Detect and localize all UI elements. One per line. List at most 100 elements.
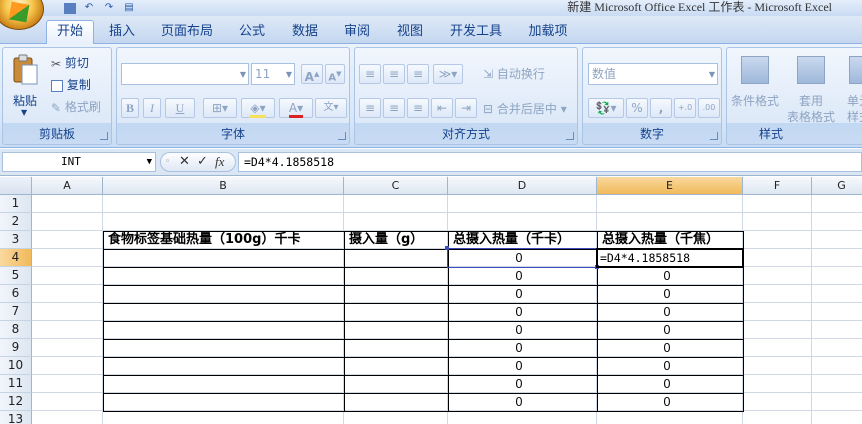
cell-d12[interactable]: 0 <box>449 394 589 412</box>
enter-icon[interactable]: ✓ <box>197 154 208 170</box>
shrink-font-button[interactable]: A▼ <box>325 64 345 84</box>
bold-button[interactable]: B <box>121 98 139 118</box>
name-box[interactable]: INT ▼ <box>2 152 156 172</box>
decrease-indent-button[interactable]: ⇤ <box>431 98 453 118</box>
phonetic-button[interactable]: 文▾ <box>315 98 347 118</box>
tab-page-layout[interactable]: 页面布局 <box>152 21 222 44</box>
increase-indent-button[interactable]: ⇥ <box>455 98 477 118</box>
increase-decimal-button[interactable]: +.0 <box>674 98 696 118</box>
cell-d5[interactable]: 0 <box>449 268 589 286</box>
percent-button[interactable]: % <box>626 98 648 118</box>
align-middle-button[interactable]: ≡ <box>383 64 405 84</box>
cell-d11[interactable]: 0 <box>449 376 589 394</box>
cut-button[interactable]: ✂ 剪切 <box>51 54 89 71</box>
table-format-button-line1[interactable]: 套用 <box>799 92 823 109</box>
format-painter-button[interactable]: ✎ 格式刷 <box>51 98 101 115</box>
font-color-button[interactable]: A▾ <box>279 98 313 118</box>
row-header-4[interactable]: 4 <box>0 249 32 267</box>
wrap-text-button[interactable]: ⇲ 自动换行 <box>483 65 545 82</box>
cell-d6[interactable]: 0 <box>449 286 589 304</box>
row-header-5[interactable]: 5 <box>0 267 32 285</box>
column-header-a[interactable]: A <box>32 177 103 195</box>
decrease-decimal-button[interactable]: .00 <box>698 98 720 118</box>
align-bottom-button[interactable]: ≡ <box>407 64 429 84</box>
cell-d9[interactable]: 0 <box>449 340 589 358</box>
cell-e12[interactable]: 0 <box>598 394 736 412</box>
alignment-dialog-launcher[interactable] <box>566 132 574 140</box>
tab-home[interactable]: 开始 <box>46 20 94 45</box>
font-size-select[interactable]: 11 ▼ <box>251 63 295 85</box>
row-header-13[interactable]: 13 <box>0 411 32 424</box>
column-header-e[interactable]: E <box>597 177 743 195</box>
cell-c3[interactable]: 摄入量（g） <box>345 231 448 249</box>
row-header-12[interactable]: 12 <box>0 393 32 411</box>
cell-styles-button-line1[interactable]: 单元 <box>847 92 862 109</box>
cell-e7[interactable]: 0 <box>598 304 736 322</box>
paste-icon[interactable] <box>11 54 39 85</box>
paste-button[interactable]: 粘贴 <box>13 92 37 109</box>
cell-d8[interactable]: 0 <box>449 322 589 340</box>
row-header-8[interactable]: 8 <box>0 321 32 339</box>
align-left-button[interactable]: ≡ <box>359 98 381 118</box>
orientation-button[interactable]: ≫▾ <box>433 64 463 84</box>
cell-e5[interactable]: 0 <box>598 268 736 286</box>
redo-icon[interactable]: ↷ <box>102 2 116 14</box>
tab-addins[interactable]: 加载项 <box>520 21 576 44</box>
insert-function-icon[interactable]: fx <box>215 154 224 170</box>
row-header-3[interactable]: 3 <box>0 231 32 249</box>
cell-d3[interactable]: 总摄入热量（千卡） <box>449 231 597 249</box>
copy-button[interactable]: 复制 <box>51 76 91 93</box>
fill-color-button[interactable]: ◈▾ <box>241 98 275 118</box>
cell-e9[interactable]: 0 <box>598 340 736 358</box>
cell-b3[interactable]: 食物标签基础热量（100g）千卡 <box>104 231 344 249</box>
tab-data[interactable]: 数据 <box>283 21 327 44</box>
row-header-6[interactable]: 6 <box>0 285 32 303</box>
paste-dropdown-icon[interactable]: ▼ <box>21 108 27 117</box>
cell-e6[interactable]: 0 <box>598 286 736 304</box>
select-all-corner[interactable] <box>0 177 32 195</box>
clipboard-dialog-launcher[interactable] <box>100 132 108 140</box>
row-header-2[interactable]: 2 <box>0 213 32 231</box>
underline-button[interactable]: U <box>165 98 195 118</box>
column-header-f[interactable]: F <box>743 177 812 195</box>
font-dialog-launcher[interactable] <box>338 132 346 140</box>
comma-button[interactable]: , <box>650 98 672 118</box>
conditional-format-button[interactable]: 条件格式 <box>731 92 779 109</box>
cell-e8[interactable]: 0 <box>598 322 736 340</box>
tab-insert[interactable]: 插入 <box>100 21 144 44</box>
cell-styles-button-line2[interactable]: 样式 <box>847 108 862 125</box>
cell-e10[interactable]: 0 <box>598 358 736 376</box>
row-header-7[interactable]: 7 <box>0 303 32 321</box>
column-header-b[interactable]: B <box>103 177 344 195</box>
reference-handle[interactable] <box>445 246 449 250</box>
column-header-g[interactable]: G <box>812 177 862 195</box>
number-format-select[interactable]: 数值 ▼ <box>588 63 718 85</box>
align-top-button[interactable]: ≡ <box>359 64 381 84</box>
cell-e11[interactable]: 0 <box>598 376 736 394</box>
tab-review[interactable]: 审阅 <box>335 21 379 44</box>
row-header-9[interactable]: 9 <box>0 339 32 357</box>
currency-button[interactable]: 💱▾ <box>588 98 624 118</box>
row-header-1[interactable]: 1 <box>0 195 32 213</box>
print-icon[interactable]: ▤ <box>122 2 136 14</box>
font-name-select[interactable]: ▼ <box>121 63 249 85</box>
row-header-10[interactable]: 10 <box>0 357 32 375</box>
undo-icon[interactable]: ↶ <box>82 2 96 14</box>
align-center-button[interactable]: ≡ <box>383 98 405 118</box>
cell-e3[interactable]: 总摄入热量（千焦） <box>598 231 744 249</box>
column-header-c[interactable]: C <box>344 177 448 195</box>
italic-button[interactable]: I <box>143 98 161 118</box>
column-header-d[interactable]: D <box>448 177 597 195</box>
cell-d10[interactable]: 0 <box>449 358 589 376</box>
tab-formulas[interactable]: 公式 <box>230 21 274 44</box>
formula-input[interactable]: =D4*4.1858518 <box>238 152 862 172</box>
number-dialog-launcher[interactable] <box>710 132 718 140</box>
tab-developer[interactable]: 开发工具 <box>442 21 510 44</box>
cancel-icon[interactable]: ✕ <box>179 154 190 170</box>
align-right-button[interactable]: ≡ <box>407 98 429 118</box>
tab-view[interactable]: 视图 <box>388 21 432 44</box>
table-format-button-line2[interactable]: 表格格式 <box>787 108 835 125</box>
save-icon[interactable] <box>64 2 76 14</box>
grow-font-button[interactable]: A▲ <box>301 64 323 84</box>
borders-button[interactable]: ⊞▾ <box>203 98 237 118</box>
